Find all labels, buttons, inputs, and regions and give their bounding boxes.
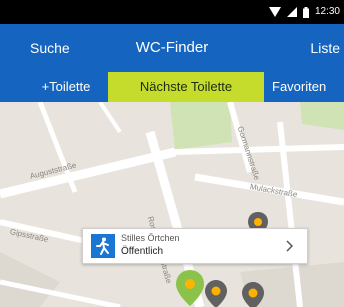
map-view[interactable]: Auguststraße Mulackstraße Gormannstraße … <box>0 102 344 307</box>
toilet-type-badge <box>91 234 115 258</box>
tab-favorites[interactable]: Favoriten <box>272 72 344 102</box>
toilet-info-popup[interactable]: Stilles Örtchen Öffentlich <box>82 228 308 264</box>
status-icons: 12:30 <box>268 3 340 21</box>
person-walking-icon <box>96 237 109 255</box>
toilet-pin[interactable] <box>205 280 227 307</box>
tab-nearest-toilet[interactable]: Nächste Toilette <box>108 72 264 102</box>
chevron-right-icon <box>286 239 294 257</box>
wifi-icon <box>268 7 281 17</box>
status-bar: 12:30 <box>0 0 344 24</box>
tab-add-toilet[interactable]: +Toilette <box>24 72 108 102</box>
status-time: 12:30 <box>314 6 340 17</box>
search-button[interactable]: Suche <box>30 24 70 72</box>
toilet-pin[interactable] <box>242 282 264 307</box>
signal-icon <box>286 7 297 17</box>
tab-bar: +Toilette Nächste Toilette Favoriten <box>0 72 344 102</box>
app-bar: Suche WC-Finder Liste <box>0 24 344 72</box>
list-button[interactable]: Liste <box>310 24 340 72</box>
selected-pin[interactable] <box>176 270 204 307</box>
battery-icon <box>302 6 309 18</box>
place-type: Öffentlich <box>121 246 164 257</box>
place-name: Stilles Örtchen <box>121 233 180 243</box>
